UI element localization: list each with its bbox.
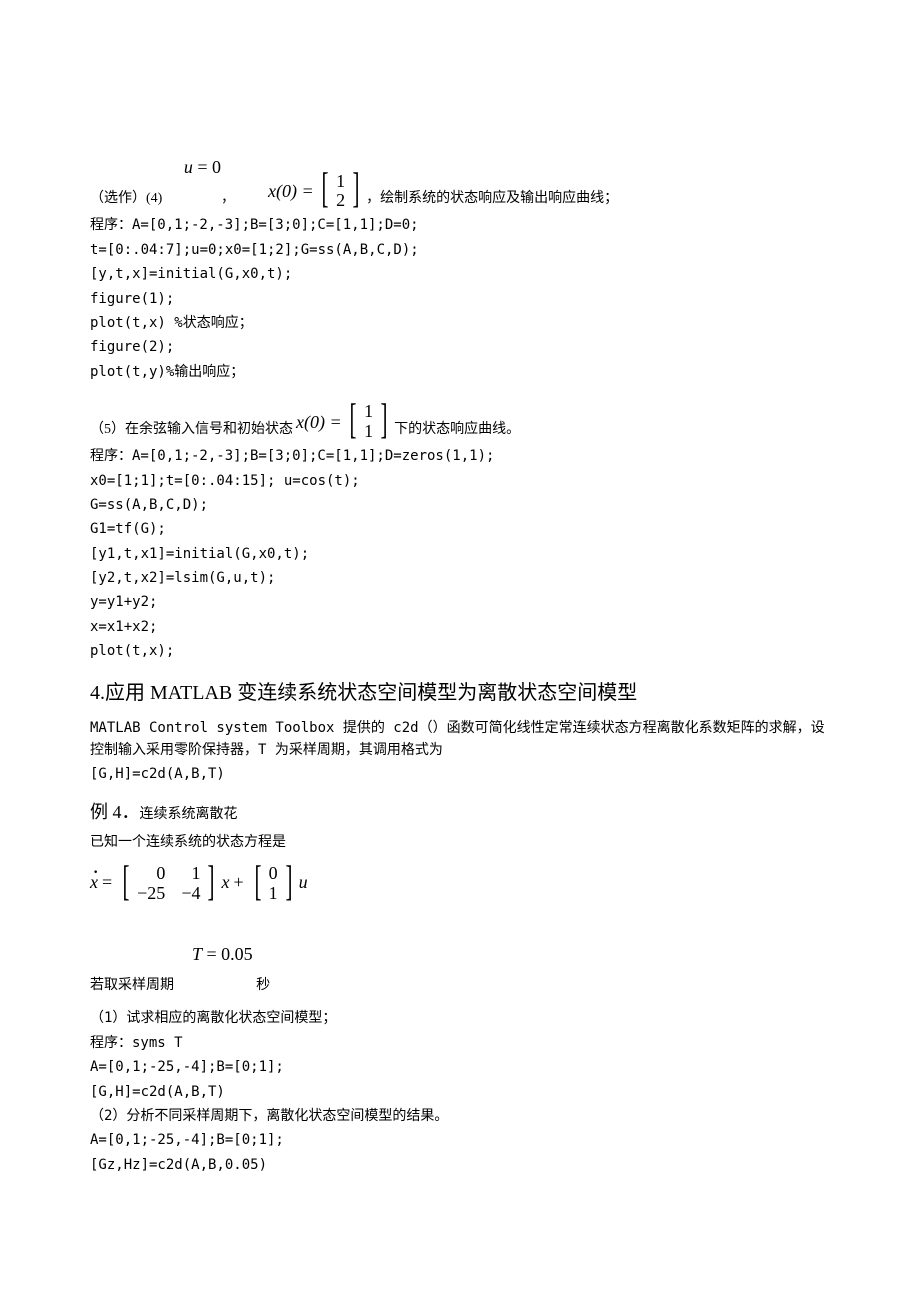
code-line: plot(t,x) %状态响应；: [90, 312, 830, 334]
right-bracket-icon: ]: [353, 168, 360, 210]
matrix-col: 1 −4: [181, 864, 200, 904]
left-bracket-icon: [: [254, 861, 261, 903]
matrix-col: 0 1: [269, 864, 278, 904]
matrix-val: 1: [364, 402, 373, 422]
problem-5-suffix: 下的状态响应曲线。: [394, 419, 520, 441]
code-line: [y,t,x]=initial(G,x0,t);: [90, 263, 830, 285]
code-line: figure(1);: [90, 288, 830, 310]
section-4-title: 4.应用 MATLAB 变连续系统状态空间模型为离散状态空间模型: [90, 677, 830, 709]
code-line: [y2,t,x2]=lsim(G,u,t);: [90, 567, 830, 589]
right-bracket-icon: ]: [285, 861, 292, 903]
matrix-val: 1: [364, 422, 373, 442]
code-line: （1）试求相应的离散化状态空间模型；: [90, 1007, 830, 1029]
ex4-line1: 已知一个连续系统的状态方程是: [90, 831, 830, 853]
example-4-title: 例 4．连续系统离散花: [90, 798, 830, 827]
x0-matrix-2: x(0) = [ 1 1 ]: [296, 401, 391, 443]
code-line: A=[0,1;-25,-4];B=[0;1];: [90, 1129, 830, 1151]
code-line: x0=[1;1];t=[0:.04:15]; u=cos(t);: [90, 470, 830, 492]
right-bracket-icon: ]: [208, 861, 215, 903]
state-equation: x = [ 0 −25 1 −4 ] x + [ 0 1 ] u: [90, 861, 830, 903]
matrix-val: 1: [269, 884, 278, 904]
problem-4-prefix: （选作）(4): [90, 188, 166, 210]
x-dot: x: [90, 868, 98, 897]
T-var: T: [192, 944, 202, 964]
problem-4-suffix: ，绘制系统的状态响应及输出响应曲线；: [366, 188, 618, 210]
matrix-val: −4: [181, 884, 200, 904]
matrix-val: 1: [336, 172, 345, 192]
matrix-col: 1 1: [364, 402, 373, 442]
A-matrix: [ 0 −25 1 −4 ]: [119, 863, 218, 905]
ex4-line2-suffix: 秒: [253, 975, 271, 997]
ex4-line2-prefix: 若取采样周期: [90, 975, 174, 997]
comma: ，: [221, 188, 235, 210]
eq-u: u: [184, 157, 193, 177]
matrix-val: 0: [269, 864, 278, 884]
code-line: G1=tf(G);: [90, 518, 830, 540]
matrix-val: 2: [336, 191, 345, 211]
problem-4-line: （选作）(4) u = 0 ， x(0) = [ 1 2 ] ，绘制系统的状态响…: [90, 124, 830, 210]
code-line: 程序：A=[0,1;-2,-3];B=[3;0];C=[1,1];D=0;: [90, 214, 830, 236]
code-line: t=[0:.04:7];u=0;x0=[1;2];G=ss(A,B,C,D);: [90, 239, 830, 261]
x0-paren: (0) =: [304, 408, 346, 437]
u-var: u: [299, 868, 308, 897]
x0-paren: (0) =: [276, 177, 318, 206]
eq-zero: 0: [212, 157, 221, 177]
example-4-rest: 连续系统离散花: [140, 807, 238, 822]
ex4-line2: 若取采样周期 T = 0.05 秒: [90, 911, 830, 997]
matrix-col: 0 −25: [137, 864, 165, 904]
code-line: [y1,t,x1]=initial(G,x0,t);: [90, 543, 830, 565]
code-line: A=[0,1;-25,-4];B=[0;1];: [90, 1056, 830, 1078]
code-line: plot(t,y)%输出响应；: [90, 361, 830, 383]
left-bracket-icon: [: [322, 168, 329, 210]
x0-lhs: x: [268, 177, 276, 206]
left-bracket-icon: [: [123, 861, 130, 903]
section-4-body: [G,H]=c2d(A,B,T): [90, 763, 830, 785]
matrix-val: 1: [191, 864, 200, 884]
equals-sign: =: [102, 868, 112, 897]
code-line: 程序：A=[0,1;-2,-3];B=[3;0];C=[1,1];D=zeros…: [90, 445, 830, 467]
T-val: 0.05: [221, 944, 253, 964]
section-4-body: MATLAB Control system Toolbox 提供的 c2d（）函…: [90, 717, 830, 762]
x0-matrix-1: x(0) = [ 1 2 ]: [268, 170, 363, 212]
matrix-val: −25: [137, 884, 165, 904]
code-line: x=x1+x2;: [90, 616, 830, 638]
eq-u-zero: u = 0: [166, 124, 221, 210]
code-line: figure(2);: [90, 336, 830, 358]
problem-5-line: （5）在余弦输入信号和初始状态 x(0) = [ 1 1 ] 下的状态响应曲线。: [90, 399, 830, 441]
code-line: 程序：syms T: [90, 1032, 830, 1054]
code-line: （2）分析不同采样周期下，离散化状态空间模型的结果。: [90, 1105, 830, 1127]
code-line: [Gz,Hz]=c2d(A,B,0.05): [90, 1154, 830, 1176]
plus-sign: +: [233, 868, 243, 897]
code-line: [G,H]=c2d(A,B,T): [90, 1081, 830, 1103]
B-matrix: [ 0 1 ]: [251, 863, 296, 905]
T-eq: T = 0.05: [174, 911, 253, 997]
code-line: y=y1+y2;: [90, 591, 830, 613]
matrix-val: 0: [156, 864, 165, 884]
x0-lhs: x: [296, 408, 304, 437]
matrix-col: 1 2: [336, 172, 345, 212]
example-4-label: 例 4．: [90, 802, 140, 822]
eq-eq-sign: =: [193, 157, 212, 177]
left-bracket-icon: [: [350, 399, 357, 441]
eq-sign: =: [202, 944, 221, 964]
problem-5-prefix: （5）在余弦输入信号和初始状态: [90, 419, 293, 441]
code-line: G=ss(A,B,C,D);: [90, 494, 830, 516]
right-bracket-icon: ]: [381, 399, 388, 441]
x-var: x: [221, 868, 229, 897]
code-line: plot(t,x);: [90, 640, 830, 662]
